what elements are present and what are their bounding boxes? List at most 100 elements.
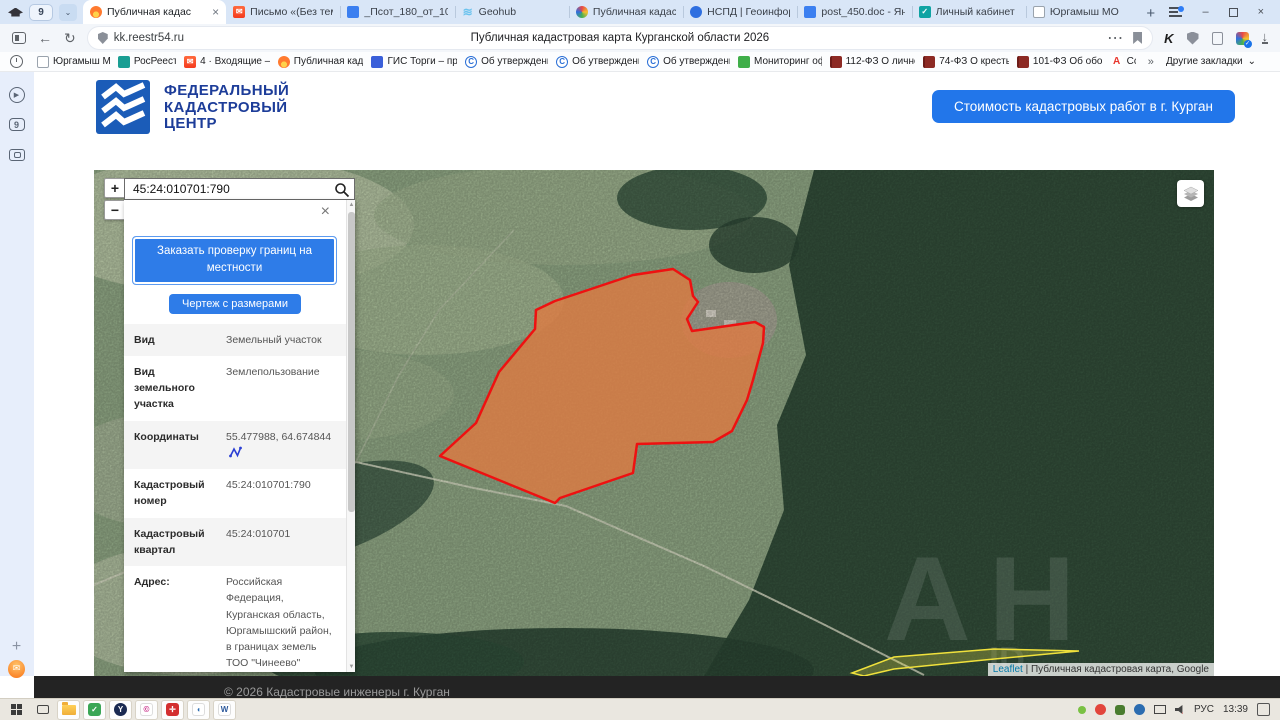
refresh-icon[interactable]: ↻ — [64, 31, 76, 45]
site-security-shield-icon[interactable] — [97, 32, 108, 44]
tray-clock-icon[interactable] — [1133, 704, 1145, 715]
clock[interactable]: 13:39 — [1223, 704, 1248, 715]
minimize-button[interactable]: – — [1202, 6, 1208, 18]
zoom-out-button[interactable]: − — [104, 200, 126, 220]
leaflet-link[interactable]: Leaflet — [993, 664, 1023, 675]
bookmark-item[interactable]: 101-ФЗ Об оборо — [1016, 55, 1103, 68]
scroll-up-icon[interactable]: ▲ — [347, 202, 355, 208]
bookmark-item[interactable]: 112-ФЗ О личном — [829, 55, 915, 68]
nspd-favicon — [690, 6, 703, 18]
kaspersky-extension-icon[interactable]: K — [1164, 31, 1173, 46]
downloads-panel-icon[interactable] — [1169, 6, 1185, 17]
close-panel-icon[interactable]: × — [321, 204, 330, 220]
fkc-logo-icon[interactable] — [96, 80, 150, 134]
yandex-browser-button[interactable]: Y — [110, 700, 131, 719]
blue-app-button[interactable]: ◖ — [188, 700, 209, 719]
tab-cadastral-map-2[interactable]: Публичная кадастр — [568, 0, 683, 24]
route-icon[interactable] — [229, 446, 242, 458]
tab-nspd[interactable]: НСПД | Геоинформа — [683, 0, 797, 24]
history-clock-icon[interactable] — [10, 55, 23, 68]
bookmark-item[interactable]: AСс — [1110, 55, 1136, 68]
bookmark-item[interactable]: CОб утверждении — [556, 55, 639, 68]
bookmark-item[interactable]: Мониторинг офо — [738, 55, 822, 68]
site-footer: © 2026 Кадастровые инженеры г. Курган — [34, 676, 1280, 698]
windows-taskbar: ✓ Y © ✛ ◖ W × РУС 13:39 — [0, 698, 1280, 720]
law-book-favicon — [829, 55, 842, 68]
screenshot-icon[interactable] — [8, 146, 25, 163]
antivirus-app-button[interactable]: ✓ — [84, 700, 105, 719]
url-domain[interactable]: kk.reestr54.ru — [114, 32, 184, 44]
tray-red-icon[interactable] — [1094, 704, 1106, 715]
parcel-attributes-table: Вид Земельный участок Вид земельного уча… — [124, 323, 346, 673]
bookmark-item[interactable]: РосРеестр — [117, 55, 176, 68]
scroll-down-icon[interactable]: ▼ — [347, 664, 355, 670]
tray-green-icon[interactable] — [1077, 705, 1086, 714]
tab-list-chevron-icon[interactable]: ⌄ — [59, 3, 77, 21]
search-icon[interactable] — [334, 182, 350, 198]
bookmarks-overflow-chevron[interactable]: » — [1144, 56, 1158, 68]
scroll-thumb[interactable] — [348, 212, 355, 512]
close-tab-icon[interactable]: × — [212, 6, 219, 18]
address-bar: ← ↻ kk.reestr54.ru Публичная кадастровая… — [0, 24, 1280, 52]
close-window-button[interactable]: × — [1258, 6, 1264, 18]
tab-post450[interactable]: post_450.doc - Янде — [797, 0, 911, 24]
network-icon[interactable] — [1153, 705, 1166, 714]
restore-button[interactable] — [1228, 7, 1238, 17]
layers-button[interactable] — [1177, 180, 1204, 207]
browser-side-rail: ▶ 9 + ✉ — [0, 72, 34, 678]
bookmark-item[interactable]: CОб утверждении — [647, 55, 730, 68]
clipboard-extension-icon[interactable] — [1211, 31, 1223, 45]
tab-personal-account[interactable]: ✓ Личный кабинет — [911, 0, 1026, 24]
cadastral-search-input[interactable] — [125, 179, 354, 199]
language-indicator[interactable]: РУС — [1194, 704, 1214, 715]
bookmark-flag-icon[interactable] — [1133, 32, 1143, 44]
task-view-button[interactable] — [32, 701, 53, 719]
table-row: Адрес: Российская Федерация, Курганская … — [134, 576, 332, 670]
cadastral-works-price-button[interactable]: Стоимость кадастровых работ в г. Курган — [932, 90, 1235, 123]
bookmark-item[interactable]: Публичная кадас — [277, 55, 363, 68]
bookmark-item[interactable]: Юргамыш МО — [37, 55, 110, 68]
red-app-button[interactable]: ✛ — [162, 700, 183, 719]
start-button[interactable] — [6, 701, 27, 719]
panel-scrollbar[interactable]: ▲ ▼ — [346, 200, 355, 672]
file-explorer-button[interactable] — [58, 700, 79, 719]
side-panel-toggle-icon[interactable] — [12, 32, 26, 44]
tab-active-cadastral-map[interactable]: Публичная кадас × — [83, 0, 227, 24]
tray-bug-icon[interactable] — [1114, 704, 1125, 715]
bookmarks-bar: Юргамыш МО РосРеестр ✉4 · Входящие — Я П… — [0, 52, 1280, 72]
order-boundary-check-button[interactable]: Заказать проверку границ на местности — [132, 236, 337, 285]
video-play-icon[interactable]: ▶ — [8, 86, 25, 103]
tab-yurgamysh[interactable]: Юргамыш МО — [1025, 0, 1140, 24]
tab-mail[interactable]: ✉ Письмо «(Без темы) — [226, 0, 340, 24]
yandex-mail-icon[interactable]: ✉ — [8, 659, 25, 678]
gis-torgi-favicon — [371, 55, 384, 68]
url-field[interactable]: kk.reestr54.ru Публичная кадастровая кар… — [87, 27, 1153, 49]
back-icon[interactable]: ← — [38, 31, 52, 45]
tab-geohub[interactable]: ≋ Geohub — [454, 0, 569, 24]
speaker-muted-icon[interactable]: × — [1174, 705, 1183, 714]
bookmark-item[interactable]: CОб утверждении — [465, 55, 548, 68]
other-bookmarks-button[interactable]: Другие закладки ⌄ — [1166, 56, 1270, 67]
bookmark-item[interactable]: ГИС Торги – прод — [371, 55, 457, 68]
tab-counter[interactable]: 9 — [29, 3, 53, 21]
dimension-drawing-button[interactable]: Чертеж с размерами — [169, 293, 301, 314]
law-book-favicon — [1016, 55, 1029, 68]
bookmark-item[interactable]: 74-ФЗ О крестьян — [923, 55, 1009, 68]
table-row: Вид Земельный участок — [124, 323, 346, 356]
cryptopro-app-button[interactable]: © — [136, 700, 157, 719]
tabs-count-icon[interactable]: 9 — [8, 116, 25, 133]
download-icon[interactable]: ↓ — [1261, 30, 1268, 45]
add-panel-icon[interactable]: + — [8, 638, 25, 655]
tab-document[interactable]: _Псот_180_от_10.04 — [340, 0, 454, 24]
map-canvas[interactable]: АН ID + − — [94, 170, 1214, 676]
more-actions-icon[interactable]: ⋯ — [1107, 28, 1123, 48]
word-app-button[interactable]: W — [214, 700, 235, 719]
profile-avatar-icon[interactable] — [8, 7, 23, 17]
zoom-in-button[interactable]: + — [104, 178, 126, 198]
site-logo-text[interactable]: ФЕДЕРАЛЬНЫЙ КАДАСТРОВЫЙ ЦЕНТР — [164, 82, 289, 133]
bookmark-item[interactable]: ✉4 · Входящие — Я — [184, 55, 270, 68]
new-tab-button[interactable]: + — [1140, 2, 1161, 24]
notification-center-icon[interactable] — [1257, 703, 1270, 716]
colorful-extension-icon[interactable] — [1235, 31, 1252, 48]
adblock-shield-icon[interactable] — [1186, 31, 1199, 45]
